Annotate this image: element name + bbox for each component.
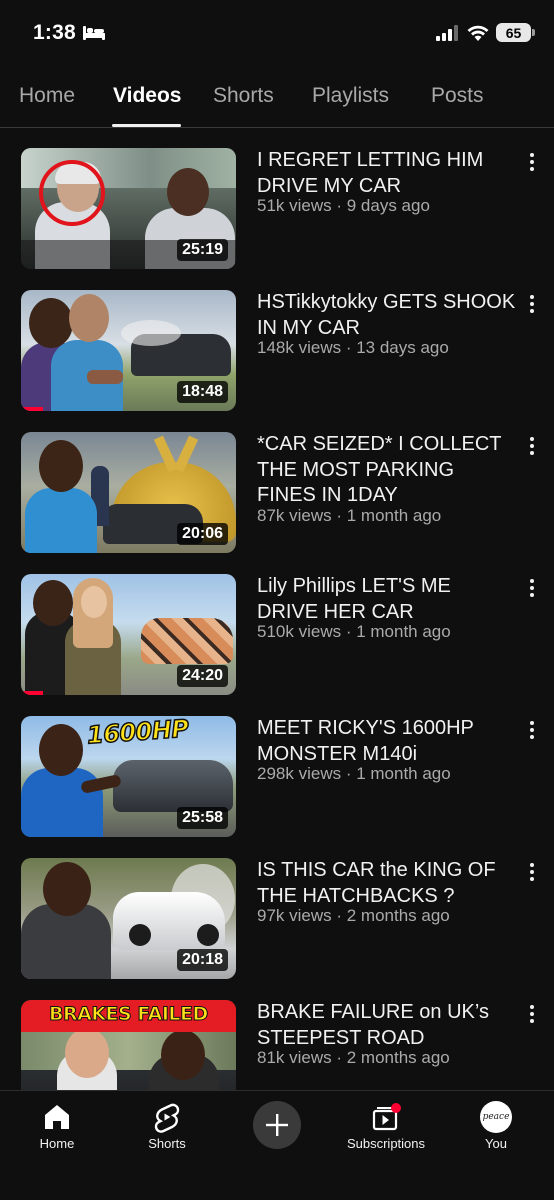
video-title[interactable]: *CAR SEIZED* I COLLECT THE MOST PARKING … [257, 432, 517, 509]
video-meta: 510k views · 1 month ago [257, 622, 451, 641]
video-title[interactable]: BRAKE FAILURE on UK’s STEEPEST ROAD [257, 1000, 517, 1051]
tab-posts[interactable]: Posts [431, 84, 484, 108]
bed-icon [83, 26, 105, 40]
more-options-icon[interactable] [520, 434, 544, 458]
tab-playlists[interactable]: Playlists [312, 84, 389, 108]
channel-tabs: Home Videos Shorts Playlists Posts [0, 66, 554, 128]
video-meta: 81k views · 2 months ago [257, 1048, 450, 1067]
nav-shorts-label: Shorts [148, 1136, 186, 1151]
status-time: 1:38 [33, 21, 76, 44]
video-duration: 20:18 [177, 949, 228, 971]
signal-icon [436, 25, 458, 41]
video-meta: 87k views · 1 month ago [257, 506, 442, 525]
thumbnail-banner-text: BRAKES FAILED [49, 1003, 209, 1026]
video-item[interactable]: 25:19 I REGRET LETTING HIM DRIVE MY CAR … [0, 128, 554, 269]
video-title[interactable]: MEET RICKY'S 1600HP MONSTER M140i [257, 716, 517, 767]
wifi-icon [467, 25, 489, 41]
video-item[interactable]: BRAKES FAILED BRAKE FAILURE on UK’s STEE… [0, 980, 554, 1090]
video-duration: 24:20 [177, 665, 228, 687]
active-tab-indicator [112, 124, 181, 127]
video-duration: 20:06 [177, 523, 228, 545]
video-thumbnail[interactable]: 25:19 [21, 148, 236, 269]
video-duration: 25:19 [177, 239, 228, 261]
video-title[interactable]: HSTikkytokky GETS SHOOK IN MY CAR [257, 290, 517, 341]
battery-level: 65 [505, 24, 522, 41]
video-meta: 298k views · 1 month ago [257, 764, 451, 783]
thumbnail-banner-text: 1600HP [85, 716, 190, 750]
video-item[interactable]: 24:20 Lily Phillips LET'S ME DRIVE HER C… [0, 554, 554, 695]
nav-you-label: You [485, 1136, 507, 1151]
more-options-icon[interactable] [520, 1002, 544, 1026]
create-button[interactable] [253, 1101, 301, 1149]
video-thumbnail[interactable]: 20:06 [21, 432, 236, 553]
nav-you[interactable]: peace You [446, 1101, 546, 1151]
video-item[interactable]: 20:06 *CAR SEIZED* I COLLECT THE MOST PA… [0, 412, 554, 553]
watch-progress-bar [21, 691, 43, 695]
shorts-icon [154, 1103, 180, 1133]
more-options-icon[interactable] [520, 718, 544, 742]
nav-subscriptions[interactable]: Subscriptions [336, 1101, 436, 1151]
more-options-icon[interactable] [520, 292, 544, 316]
video-item[interactable]: 1600HP 25:58 MEET RICKY'S 1600HP MONSTER… [0, 696, 554, 837]
video-item[interactable]: 18:48 HSTikkytokky GETS SHOOK IN MY CAR … [0, 270, 554, 411]
video-thumbnail[interactable]: 18:48 [21, 290, 236, 411]
tab-shorts[interactable]: Shorts [213, 84, 274, 108]
video-duration: 18:48 [177, 381, 228, 403]
video-title[interactable]: I REGRET LETTING HIM DRIVE MY CAR [257, 148, 517, 199]
video-title[interactable]: IS THIS CAR the KING OF THE HATCHBACKS ? [257, 858, 517, 909]
subscriptions-icon [372, 1103, 401, 1131]
video-duration: 25:58 [177, 807, 228, 829]
video-thumbnail[interactable]: 20:18 [21, 858, 236, 979]
video-thumbnail[interactable]: 24:20 [21, 574, 236, 695]
video-item[interactable]: 20:18 IS THIS CAR the KING OF THE HATCHB… [0, 838, 554, 979]
video-list: 25:19 I REGRET LETTING HIM DRIVE MY CAR … [0, 128, 554, 1090]
nav-home[interactable]: Home [7, 1101, 107, 1151]
video-title[interactable]: Lily Phillips LET'S ME DRIVE HER CAR [257, 574, 517, 625]
video-thumbnail[interactable]: 1600HP 25:58 [21, 716, 236, 837]
nav-shorts[interactable]: Shorts [117, 1101, 217, 1151]
bottom-navigation: Home Shorts Subscriptions peace You [0, 1090, 554, 1200]
nav-home-label: Home [39, 1136, 75, 1151]
battery-nub [532, 29, 535, 36]
video-meta: 148k views · 13 days ago [257, 338, 449, 357]
watch-progress-bar [21, 407, 43, 411]
home-icon [45, 1105, 69, 1129]
status-bar: 1:38 65 [0, 0, 554, 66]
more-options-icon[interactable] [520, 860, 544, 884]
video-meta: 51k views · 9 days ago [257, 196, 430, 215]
battery-icon: 65 [496, 23, 531, 42]
nav-subscriptions-label: Subscriptions [346, 1136, 426, 1151]
video-thumbnail[interactable]: BRAKES FAILED [21, 1000, 236, 1090]
plus-icon [266, 1114, 288, 1136]
tab-home[interactable]: Home [19, 84, 75, 108]
avatar: peace [480, 1101, 512, 1133]
more-options-icon[interactable] [520, 150, 544, 174]
tab-videos[interactable]: Videos [113, 84, 181, 108]
video-meta: 97k views · 2 months ago [257, 906, 450, 925]
more-options-icon[interactable] [520, 576, 544, 600]
